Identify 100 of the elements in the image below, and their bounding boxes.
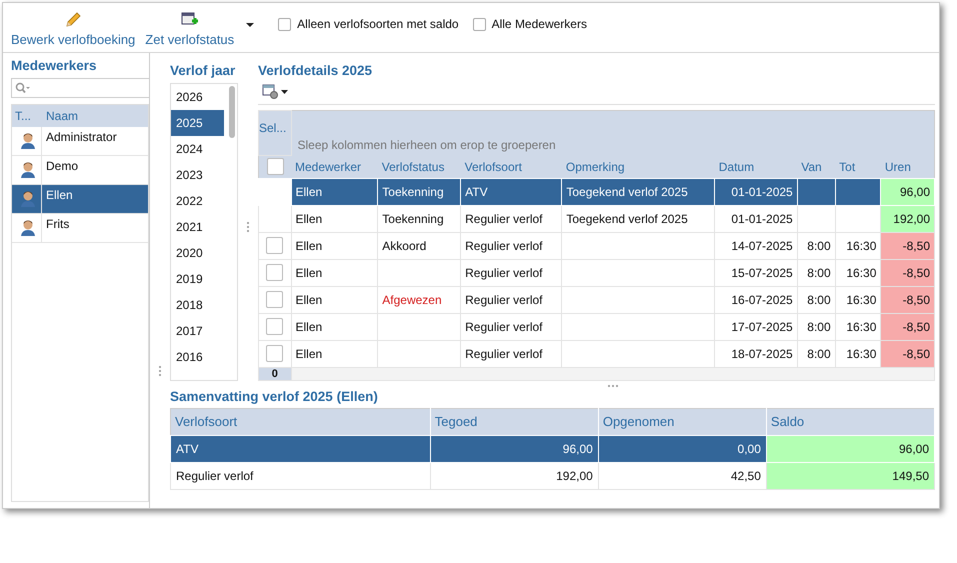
- table-cell: -8,50: [880, 259, 934, 286]
- scrollbar-thumb[interactable]: [229, 86, 235, 138]
- table-cell: ATV: [170, 435, 430, 462]
- table-cell: 17-07-2025: [714, 313, 798, 340]
- column-header[interactable]: Verlofsoort: [460, 156, 562, 178]
- table-cell: Afgewezen: [378, 286, 461, 313]
- person-icon: [20, 132, 36, 150]
- panel-title: Medewerkers: [11, 57, 98, 75]
- column-header[interactable]: Opgenomen: [598, 408, 766, 435]
- table-cell: 96,00: [880, 178, 934, 205]
- year-item[interactable]: 2020: [171, 240, 224, 266]
- column-header[interactable]: T...: [12, 109, 42, 123]
- column-header[interactable]: Medewerker: [291, 156, 378, 178]
- row-count: 0: [258, 367, 291, 380]
- table-cell: Regulier verlof: [170, 462, 430, 489]
- table-cell: -8,50: [880, 286, 934, 313]
- search-field[interactable]: [11, 78, 149, 98]
- table-cell: 192,00: [430, 462, 598, 489]
- table-cell: -8,50: [880, 340, 934, 367]
- table-cell: Toegekend verlof 2025: [562, 205, 715, 232]
- toolbar-button[interactable]: Bewerk verlofboeking: [9, 11, 138, 47]
- row-checkbox[interactable]: [266, 318, 284, 335]
- table-cell: 96,00: [430, 435, 598, 462]
- table-cell: 8:00: [797, 286, 836, 313]
- table-cell: 8:00: [797, 340, 836, 367]
- checkbox[interactable]: [278, 18, 292, 30]
- year-item[interactable]: 2026: [171, 84, 224, 110]
- search-icon: [15, 82, 31, 94]
- table-cell: Ellen: [291, 313, 378, 340]
- panel-title: Verlofdetails 2025: [258, 62, 374, 80]
- employee-row[interactable]: Administrator: [12, 127, 148, 156]
- year-item[interactable]: 2021: [171, 214, 224, 240]
- select-all-checkbox[interactable]: [266, 158, 284, 176]
- column-header[interactable]: Verlofstatus: [378, 156, 461, 178]
- table-cell: Ellen: [291, 259, 378, 286]
- column-header[interactable]: Uren: [880, 156, 934, 178]
- column-header[interactable]: Datum: [714, 156, 798, 178]
- table-cell: Regulier verlof: [460, 286, 562, 313]
- group-hint: Sleep kolommen hierheen om erop te groeperen: [296, 138, 556, 152]
- year-item[interactable]: 2023: [171, 162, 224, 188]
- table-cell: Ellen: [291, 286, 378, 313]
- table-cell: Ellen: [291, 205, 378, 232]
- column-header[interactable]: Opmerking: [562, 156, 715, 178]
- column-header[interactable]: Tot: [835, 156, 881, 178]
- row-checkbox[interactable]: [266, 237, 284, 254]
- column-header[interactable]: Van: [797, 156, 836, 178]
- employee-row[interactable]: Ellen: [12, 185, 148, 214]
- checkbox-label: Alleen verlofsoorten met saldo: [297, 17, 459, 31]
- table-cell: 01-01-2025: [714, 205, 798, 232]
- table-cell: Toekenning: [378, 205, 461, 232]
- row-checkbox[interactable]: [266, 291, 284, 308]
- table-cell: [797, 205, 836, 232]
- panel-title: Verlof jaar: [170, 62, 236, 80]
- table-cell: 15-07-2025: [714, 259, 798, 286]
- pencil-icon: [64, 11, 82, 29]
- panel-title: Samenvatting verlof 2025 (Ellen): [170, 388, 379, 406]
- table-cell: ATV: [460, 178, 562, 205]
- table-cell: Regulier verlof: [460, 340, 562, 367]
- table-cell: [797, 178, 836, 205]
- year-item[interactable]: 2017: [171, 318, 224, 344]
- column-settings-icon[interactable]: [262, 84, 288, 100]
- column-header[interactable]: Naam: [42, 109, 148, 123]
- checkbox[interactable]: [472, 18, 486, 30]
- year-item[interactable]: 2019: [171, 266, 224, 292]
- table-cell: Ellen: [291, 340, 378, 367]
- year-item[interactable]: 2025: [171, 110, 224, 136]
- table-cell: 149,50: [766, 462, 934, 489]
- table-cell: Regulier verlof: [460, 232, 562, 259]
- person-icon: [20, 161, 36, 179]
- table-cell: Akkoord: [378, 232, 461, 259]
- table-cell: 96,00: [766, 435, 934, 462]
- person-icon: [20, 219, 36, 237]
- table-cell: -8,50: [880, 232, 934, 259]
- table-cell: 8:00: [797, 259, 836, 286]
- table-cell: Regulier verlof: [460, 205, 562, 232]
- column-header[interactable]: Saldo: [766, 408, 934, 435]
- year-item[interactable]: 2024: [171, 136, 224, 162]
- table-cell: Regulier verlof: [460, 313, 562, 340]
- table-cell: 14-07-2025: [714, 232, 798, 259]
- checkbox-label: Alle Medewerkers: [492, 17, 587, 31]
- table-cell: 0,00: [598, 435, 766, 462]
- caret-icon[interactable]: [246, 23, 254, 27]
- column-header[interactable]: Tegoed: [430, 408, 598, 435]
- year-item[interactable]: 2022: [171, 188, 224, 214]
- employee-row[interactable]: Frits: [12, 214, 148, 243]
- column-header[interactable]: Verlofsoort: [170, 408, 430, 435]
- year-item[interactable]: 2018: [171, 292, 224, 318]
- table-cell: Toegekend verlof 2025: [562, 178, 715, 205]
- table-cell: Toekenning: [378, 178, 461, 205]
- table-cell: 8:00: [797, 232, 836, 259]
- year-item[interactable]: 2016: [171, 344, 224, 370]
- table-cell: Ellen: [291, 178, 378, 205]
- row-checkbox[interactable]: [266, 345, 284, 362]
- table-cell: Regulier verlof: [460, 259, 562, 286]
- table-cell: -8,50: [880, 313, 934, 340]
- row-checkbox[interactable]: [266, 264, 284, 281]
- person-icon: [20, 190, 36, 208]
- toolbar-button[interactable]: Zet verlofstatus: [143, 11, 236, 47]
- table-cell: 42,50: [598, 462, 766, 489]
- table-cell: 01-01-2025: [714, 178, 798, 205]
